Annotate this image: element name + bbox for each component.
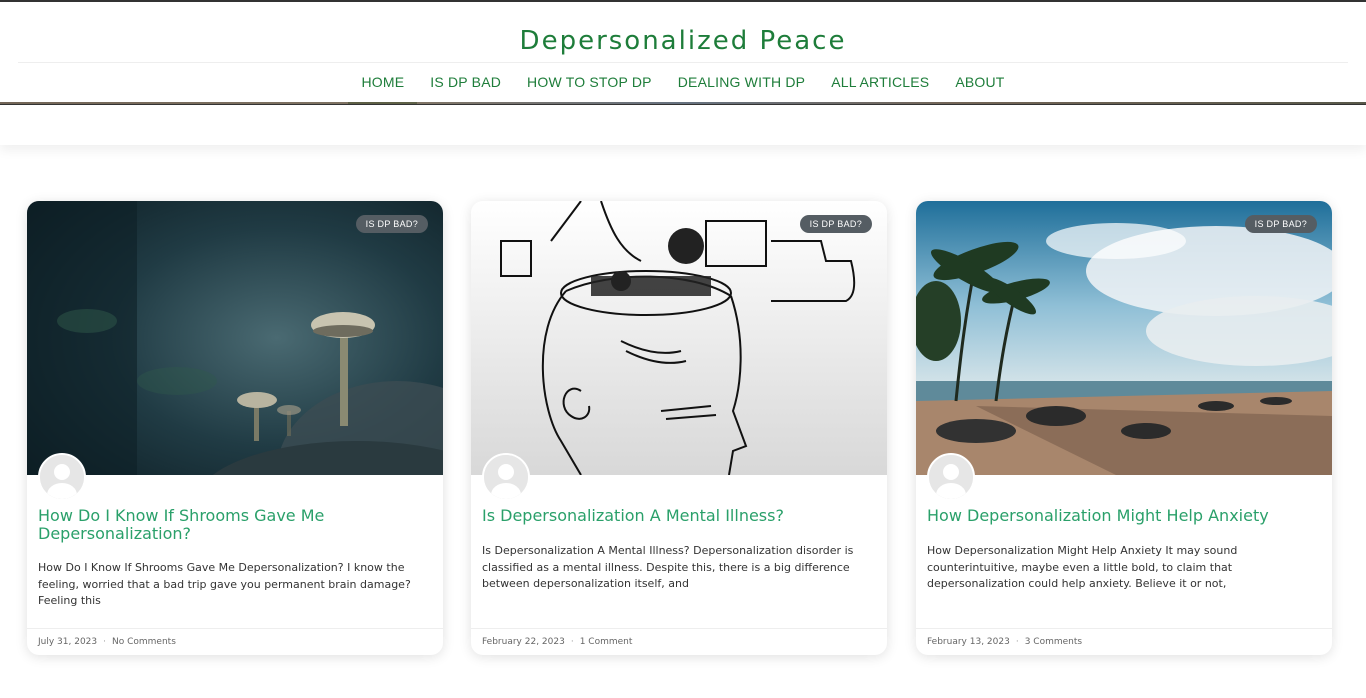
header-divider: [18, 62, 1348, 63]
article-meta: February 13, 2023 · 3 Comments: [916, 628, 1332, 655]
article-meta: February 22, 2023 · 1 Comment: [471, 628, 887, 655]
comments-count[interactable]: No Comments: [112, 637, 176, 647]
article-thumbnail-beach[interactable]: [916, 201, 1332, 475]
nav-how-to-stop-dp[interactable]: HOW TO STOP DP: [514, 64, 665, 104]
author-avatar[interactable]: [482, 453, 530, 501]
article-thumbnail-sketch[interactable]: [471, 201, 887, 475]
meta-separator: ·: [1015, 637, 1019, 647]
article-excerpt: How Depersonalization Might Help Anxiety…: [927, 544, 1238, 590]
nav-is-dp-bad[interactable]: IS DP BAD: [417, 64, 514, 104]
article-excerpt: How Do I Know If Shrooms Gave Me Deperso…: [38, 561, 411, 607]
article-title[interactable]: How Do I Know If Shrooms Gave Me Deperso…: [38, 507, 428, 543]
article-meta: July 31, 2023 · No Comments: [27, 628, 443, 655]
nav-underline-border: [0, 104, 1366, 105]
category-badge[interactable]: IS DP BAD?: [355, 215, 428, 233]
mushroom-forest-image: [27, 201, 443, 475]
author-avatar[interactable]: [927, 453, 975, 501]
article-date: July 31, 2023: [38, 637, 98, 647]
category-badge[interactable]: IS DP BAD?: [799, 215, 872, 233]
nav-dealing-with-dp[interactable]: DEALING WITH DP: [665, 64, 818, 104]
article-title[interactable]: Is Depersonalization A Mental Illness?: [482, 507, 872, 525]
category-badge[interactable]: IS DP BAD?: [1244, 215, 1317, 233]
article-title[interactable]: How Depersonalization Might Help Anxiety: [927, 507, 1317, 525]
article-card[interactable]: IS DP BAD? Is Depersonalization A Mental…: [471, 201, 887, 655]
meta-separator: ·: [570, 637, 574, 647]
site-title[interactable]: Depersonalized Peace: [0, 26, 1366, 56]
article-thumbnail-mushroom[interactable]: [27, 201, 443, 475]
article-card[interactable]: IS DP BAD? How Do I Know If Shrooms Gave…: [27, 201, 443, 655]
article-date: February 13, 2023: [927, 637, 1010, 647]
user-icon: [929, 455, 973, 499]
nav-about[interactable]: ABOUT: [942, 64, 1017, 104]
main-nav: HOME IS DP BAD HOW TO STOP DP DEALING WI…: [0, 64, 1366, 104]
nav-all-articles[interactable]: ALL ARTICLES: [818, 64, 942, 104]
nav-home[interactable]: HOME: [348, 64, 418, 104]
article-card[interactable]: IS DP BAD? How Depersonalization Might H…: [916, 201, 1332, 655]
site-header: Depersonalized Peace HOME IS DP BAD HOW …: [0, 2, 1366, 145]
author-avatar[interactable]: [38, 453, 86, 501]
article-date: February 22, 2023: [482, 637, 565, 647]
comments-count[interactable]: 3 Comments: [1025, 637, 1082, 647]
comments-count[interactable]: 1 Comment: [580, 637, 633, 647]
beach-palms-image: [916, 201, 1332, 475]
user-icon: [484, 455, 528, 499]
meta-separator: ·: [103, 637, 106, 647]
user-icon: [40, 455, 84, 499]
article-excerpt: Is Depersonalization A Mental Illness? D…: [482, 544, 854, 590]
head-machinery-image: [471, 201, 887, 475]
